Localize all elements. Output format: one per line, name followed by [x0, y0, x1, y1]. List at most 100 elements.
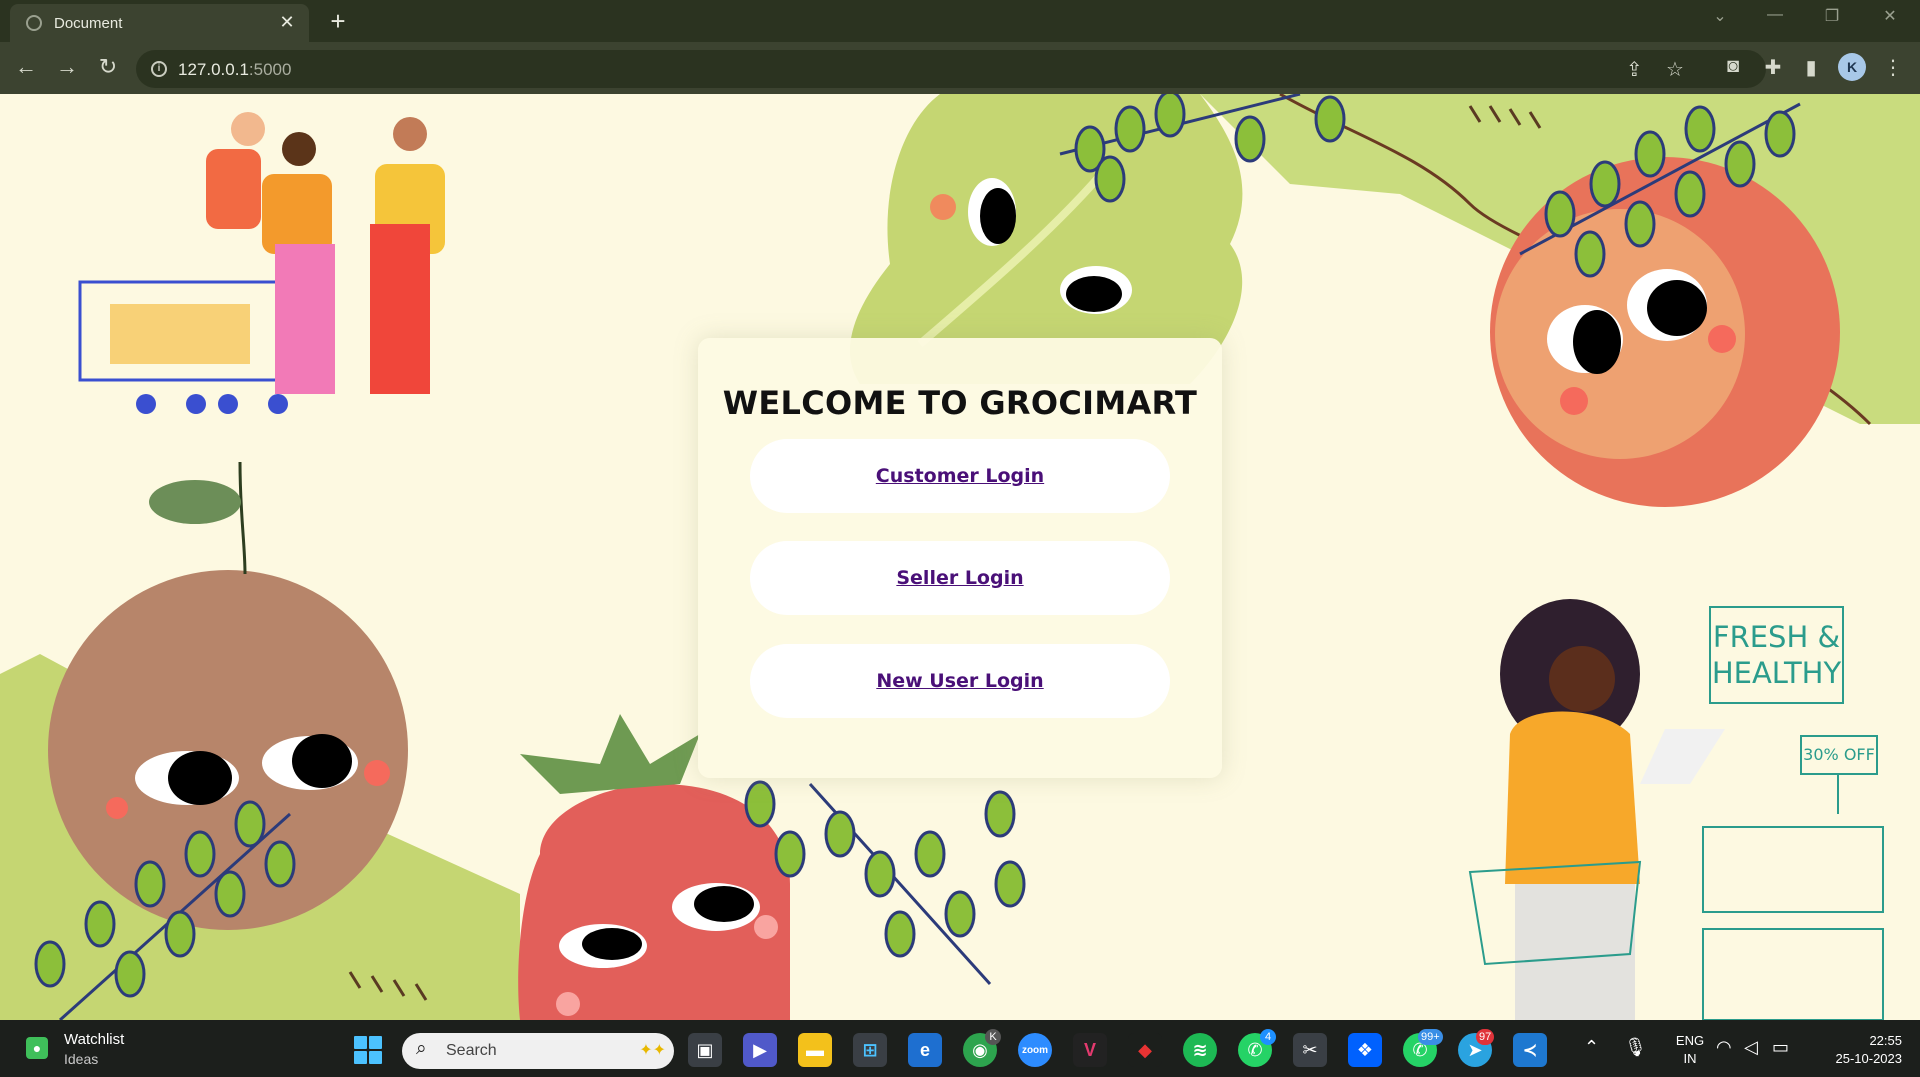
new-tab-button[interactable]: + [325, 6, 351, 37]
time-text: 22:55 [1869, 1033, 1902, 1048]
browser-tab[interactable]: Document ✕ [10, 4, 309, 42]
back-arrow-icon[interactable]: ← [12, 54, 40, 80]
camera-icon[interactable]: ◙ [1720, 55, 1746, 78]
url-port: :5000 [248, 60, 292, 79]
brown-pupil-left [168, 751, 232, 805]
taskbar-search[interactable]: ⌕ Search ✦✦ [402, 1033, 674, 1069]
task-view-icon[interactable]: ▣ [688, 1033, 722, 1067]
tab-title: Document [54, 15, 123, 32]
close-tab-icon[interactable]: ✕ [277, 12, 297, 33]
customer-login-button[interactable]: Customer Login [750, 439, 1170, 513]
chrome-profile-badge: K [985, 1029, 1001, 1045]
site-info-icon[interactable]: i [151, 61, 167, 77]
search-highlight-icon: ✦✦ [639, 1042, 666, 1059]
url-host: 127.0.0.1 [178, 60, 249, 79]
shoppers-illustration [78, 112, 445, 414]
page-title: WELCOME TO GROCIMART [722, 384, 1198, 422]
widget-title: Watchlist [64, 1031, 125, 1048]
extensions-icon[interactable]: ✚ [1760, 55, 1786, 80]
tray-overflow-icon[interactable]: ⌃ [1584, 1037, 1599, 1058]
cart-wheel-3 [218, 394, 238, 414]
teams-chat-icon[interactable]: ▶ [743, 1033, 777, 1067]
lettuce-pupil-right [1066, 276, 1122, 312]
lightbulb-icon: ● [26, 1037, 48, 1059]
widget-subtitle: Ideas [64, 1051, 99, 1067]
taskbar: ● Watchlist Ideas ⌕ Search ✦✦ ▣ ▶ ▬ ⊞ e … [0, 1020, 1920, 1077]
spotify-icon[interactable]: ≋ [1183, 1033, 1217, 1067]
produce-crate-2 [1702, 928, 1884, 1020]
reload-icon[interactable]: ↻ [94, 54, 122, 80]
file-explorer-icon[interactable]: ▬ [798, 1033, 832, 1067]
shopper-1-shirt [206, 149, 261, 229]
forward-arrow-icon[interactable]: → [53, 54, 81, 80]
customer-login-link[interactable]: Customer Login [876, 465, 1044, 487]
login-card: WELCOME TO GROCIMART Customer Login Sell… [698, 338, 1222, 778]
side-panel-icon[interactable]: ▮ [1798, 55, 1824, 80]
discount-tag: 30% OFF [1800, 735, 1878, 775]
wifi-icon[interactable]: ◠ [1716, 1037, 1732, 1058]
shopper-2-shirt [262, 174, 332, 254]
share-icon[interactable]: ⇪ [1626, 57, 1643, 82]
strawberry-leaves [520, 714, 700, 794]
woman-shirt [1505, 711, 1640, 884]
minimize-button[interactable]: — [1755, 6, 1795, 24]
browser-titlebar: Document ✕ + ⌄ — ❐ ✕ [0, 0, 1920, 42]
globe-icon [26, 15, 42, 31]
battery-icon[interactable]: ▭ [1772, 1037, 1789, 1058]
seller-login-link[interactable]: Seller Login [896, 567, 1023, 589]
clock[interactable]: 22:55 25-10-2023 [1810, 1032, 1903, 1068]
new-user-login-button[interactable]: New User Login [750, 644, 1170, 718]
new-user-login-link[interactable]: New User Login [876, 670, 1043, 692]
page-viewport: FRESH & HEALTHY 30% OFF WELCOME TO GROCI… [0, 94, 1920, 1020]
cart-groceries [110, 304, 250, 364]
cart-wheel-2 [186, 394, 206, 414]
fresh-healthy-sign: FRESH & HEALTHY [1709, 606, 1844, 704]
microphone-icon[interactable]: 🎙 [1624, 1037, 1647, 1058]
zoom-icon[interactable]: zoom [1018, 1033, 1052, 1067]
close-window-button[interactable]: ✕ [1870, 6, 1910, 26]
shopper-3-head [393, 117, 427, 151]
orange-pupil-right [1647, 280, 1707, 336]
sign-line-2: HEALTHY [1711, 656, 1842, 690]
brown-stem [238, 461, 247, 575]
produce-crate-1 [1702, 826, 1884, 913]
lettuce-cheek [930, 194, 956, 220]
orange-cheek-right [1708, 325, 1736, 353]
bookmark-star-icon[interactable]: ☆ [1666, 57, 1684, 82]
strawberry-cheek-right [754, 915, 778, 939]
telegram-badge: 97 [1476, 1029, 1495, 1045]
search-icon: ⌕ [416, 1038, 427, 1059]
orange-pupil-left [1573, 310, 1621, 374]
profile-avatar[interactable]: K [1838, 53, 1866, 81]
tab-search-icon[interactable]: ⌄ [1700, 6, 1740, 26]
search-placeholder: Search [446, 1042, 497, 1059]
windows-start-icon[interactable] [354, 1036, 382, 1064]
brown-cheek-left [106, 797, 128, 819]
edge-icon[interactable]: e [908, 1033, 942, 1067]
snipping-tool-icon[interactable]: ✂ [1293, 1033, 1327, 1067]
orange-cheek-left [1560, 387, 1588, 415]
address-bar[interactable]: i 127.0.0.1:5000 ⇪ ☆ [136, 50, 1766, 88]
brown-leaf [149, 480, 241, 524]
strawberry-pupil-right [694, 886, 754, 922]
cart-wheel-4 [268, 394, 288, 414]
microsoft-store-icon[interactable]: ⊞ [853, 1033, 887, 1067]
lettuce-pupil-left [980, 188, 1016, 244]
media-app-icon[interactable]: V [1073, 1033, 1107, 1067]
seller-login-button[interactable]: Seller Login [750, 541, 1170, 615]
shopping-list [1640, 729, 1725, 784]
widgets-button[interactable]: ● Watchlist Ideas [22, 1031, 222, 1071]
restore-button[interactable]: ❐ [1812, 6, 1852, 26]
date-text: 25-10-2023 [1835, 1051, 1903, 1066]
brown-cheek-right [364, 760, 390, 786]
menu-kebab-icon[interactable]: ⋮ [1880, 55, 1906, 80]
language-indicator[interactable]: ENG IN [1668, 1032, 1712, 1068]
url-text[interactable]: 127.0.0.1:5000 [178, 60, 291, 80]
whatsapp-desktop-badge: 99+ [1418, 1029, 1443, 1045]
volume-icon[interactable]: ◁ [1744, 1037, 1758, 1058]
anydesk-icon[interactable]: ◆ [1128, 1033, 1162, 1067]
shopper-2-head [282, 132, 316, 166]
dropbox-icon[interactable]: ❖ [1348, 1033, 1382, 1067]
strawberry-cheek-left [556, 992, 580, 1016]
vscode-icon[interactable]: ≺ [1513, 1033, 1547, 1067]
